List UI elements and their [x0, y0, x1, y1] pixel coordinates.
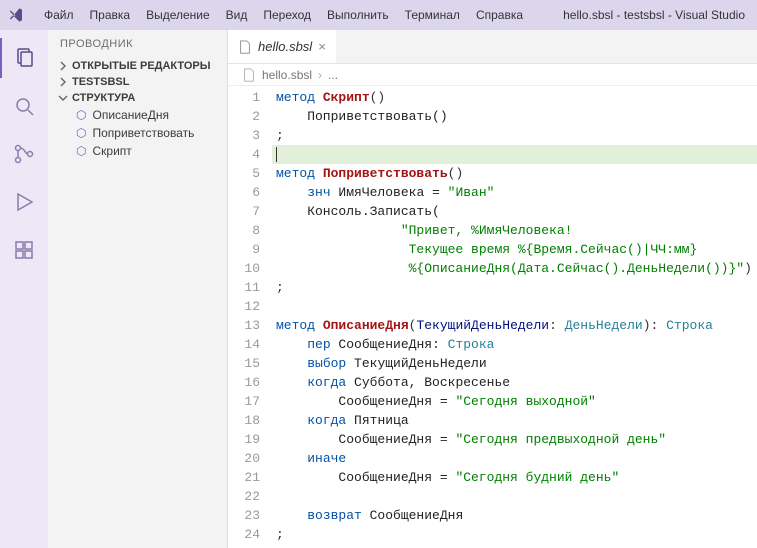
chevron-right-icon: ›	[318, 68, 322, 82]
menu-help[interactable]: Справка	[468, 4, 531, 26]
section-workspace[interactable]: TESTSBSL	[52, 74, 223, 90]
vscode-logo-icon	[8, 7, 24, 23]
explorer-icon[interactable]	[0, 38, 48, 78]
titlebar: Файл Правка Выделение Вид Переход Выполн…	[0, 0, 757, 30]
outline-item[interactable]: ⬡ Скрипт	[52, 142, 223, 160]
breadcrumb[interactable]: hello.sbsl › ...	[228, 64, 757, 86]
menu-selection[interactable]: Выделение	[138, 4, 218, 26]
outline-item-label: Скрипт	[92, 144, 131, 158]
menu-bar: Файл Правка Выделение Вид Переход Выполн…	[36, 4, 531, 26]
section-label: TESTSBSL	[72, 76, 129, 88]
code-content[interactable]: метод Скрипт() Поприветствовать();метод …	[272, 86, 757, 548]
breadcrumb-more: ...	[328, 68, 338, 82]
tab-label: hello.sbsl	[258, 39, 312, 54]
method-icon: ⬡	[76, 126, 86, 140]
breadcrumb-file: hello.sbsl	[262, 68, 312, 82]
editor-tab[interactable]: hello.sbsl ×	[228, 30, 336, 63]
menu-view[interactable]: Вид	[218, 4, 256, 26]
section-label: СТРУКТУРА	[72, 92, 135, 104]
outline-item[interactable]: ⬡ Поприветствовать	[52, 124, 223, 142]
section-label: ОТКРЫТЫЕ РЕДАКТОРЫ	[72, 60, 211, 72]
chevron-right-icon	[58, 77, 68, 87]
extensions-icon[interactable]	[0, 230, 48, 270]
section-outline[interactable]: СТРУКТУРА	[52, 90, 223, 106]
window-title: hello.sbsl - testsbsl - Visual Studio	[563, 8, 749, 22]
method-icon: ⬡	[76, 144, 86, 158]
section-open-editors[interactable]: ОТКРЫТЫЕ РЕДАКТОРЫ	[52, 58, 223, 74]
outline-item-label: Поприветствовать	[92, 126, 194, 140]
activity-bar	[0, 30, 48, 548]
editor-area: hello.sbsl × hello.sbsl › ... 1234567891…	[228, 30, 757, 548]
file-icon	[238, 40, 252, 54]
tab-bar: hello.sbsl ×	[228, 30, 757, 64]
line-gutter: 123456789101112131415161718192021222324	[228, 86, 272, 548]
menu-edit[interactable]: Правка	[82, 4, 139, 26]
sidebar-title: ПРОВОДНИК	[48, 30, 227, 58]
code-editor[interactable]: 123456789101112131415161718192021222324 …	[228, 86, 757, 548]
method-icon: ⬡	[76, 108, 86, 122]
source-control-icon[interactable]	[0, 134, 48, 174]
menu-terminal[interactable]: Терминал	[397, 4, 468, 26]
menu-file[interactable]: Файл	[36, 4, 82, 26]
chevron-down-icon	[58, 93, 68, 103]
chevron-right-icon	[58, 61, 68, 71]
outline-item-label: ОписаниеДня	[92, 108, 168, 122]
menu-run[interactable]: Выполнить	[319, 4, 397, 26]
search-icon[interactable]	[0, 86, 48, 126]
run-debug-icon[interactable]	[0, 182, 48, 222]
sidebar: ПРОВОДНИК ОТКРЫТЫЕ РЕДАКТОРЫ TESTSBSL СТ…	[48, 30, 228, 548]
outline-item[interactable]: ⬡ ОписаниеДня	[52, 106, 223, 124]
close-icon[interactable]: ×	[318, 39, 326, 54]
menu-go[interactable]: Переход	[255, 4, 319, 26]
file-icon	[242, 68, 256, 82]
